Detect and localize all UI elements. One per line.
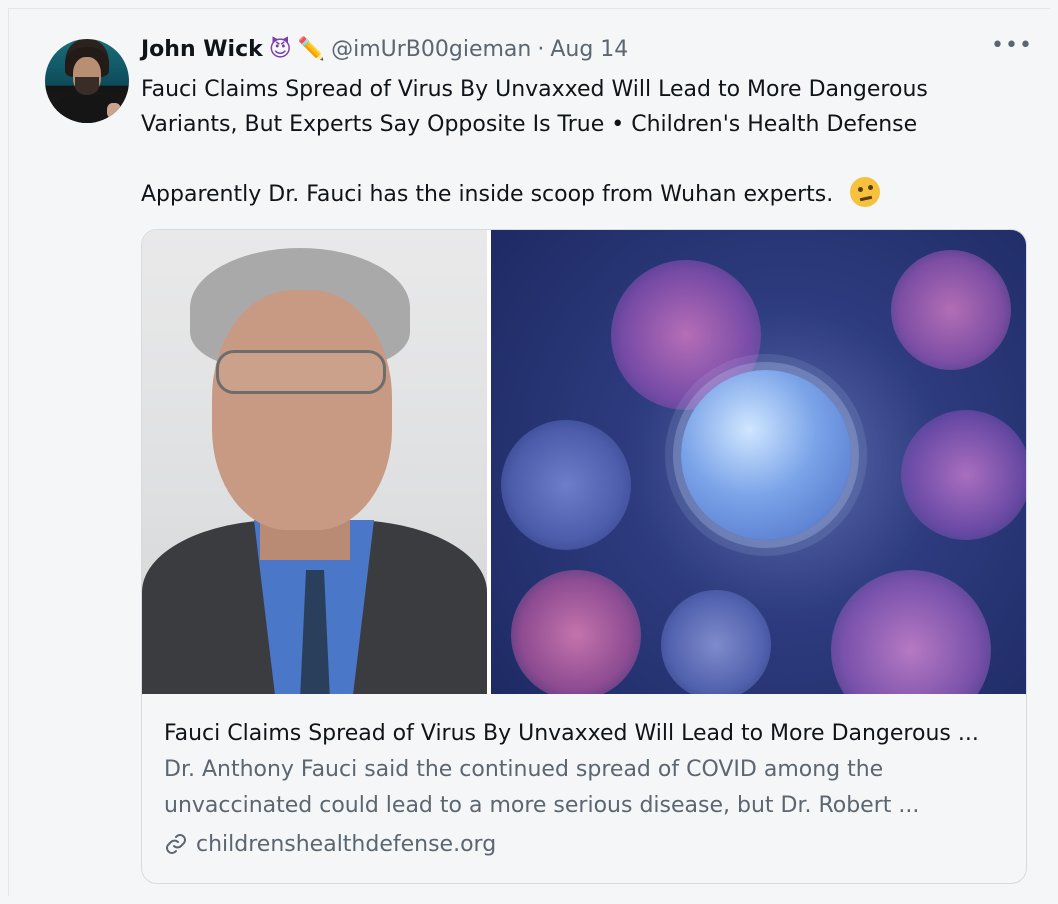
link-icon bbox=[166, 834, 186, 854]
avatar[interactable] bbox=[45, 39, 129, 123]
portrait-glasses bbox=[216, 350, 386, 394]
virus-particle bbox=[511, 570, 641, 694]
smiling-devil-emoji-icon: 😈 bbox=[268, 36, 292, 62]
tweet-date[interactable]: Aug 14 bbox=[550, 37, 628, 62]
virus-particle-main bbox=[681, 370, 851, 540]
author-name[interactable]: John Wick bbox=[141, 37, 263, 62]
pencil-emoji-icon: ✏️ bbox=[297, 36, 326, 62]
tweet-text: Fauci Claims Spread of Virus By Unvaxxed… bbox=[141, 72, 1001, 212]
face-with-raised-eyebrow-icon bbox=[850, 177, 881, 207]
card-image[interactable] bbox=[142, 230, 1026, 694]
card-domain-text[interactable]: childrenshealthdefense.org bbox=[196, 832, 496, 857]
portrait-image bbox=[142, 230, 487, 694]
tweet-header: John Wick 😈 ✏️ @imUrB00gieman · Aug 14 bbox=[141, 34, 628, 64]
more-options-icon[interactable]: ••• bbox=[991, 30, 1032, 60]
card-body[interactable]: Fauci Claims Spread of Virus By Unvaxxed… bbox=[164, 716, 1014, 862]
link-preview-card[interactable]: Fauci Claims Spread of Virus By Unvaxxed… bbox=[141, 229, 1027, 884]
card-description-line: Dr. Anthony Fauci said the continued spr… bbox=[164, 757, 884, 782]
portrait-face bbox=[212, 290, 392, 530]
card-domain[interactable]: childrenshealthdefense.org bbox=[164, 826, 1014, 862]
tweet-text-sentence: Apparently Dr. Fauci has the inside scoo… bbox=[141, 182, 834, 207]
virus-image bbox=[491, 230, 1026, 694]
virus-particle bbox=[891, 250, 1011, 370]
avatar-hand bbox=[107, 103, 121, 119]
avatar-beard bbox=[75, 77, 99, 95]
tweet-text-line: Fauci Claims Spread of Virus By Unvaxxed… bbox=[141, 77, 928, 102]
tweet-text-line: Apparently Dr. Fauci has the inside scoo… bbox=[141, 177, 1001, 212]
virus-particle bbox=[901, 410, 1026, 540]
virus-particle bbox=[831, 570, 991, 694]
author-handle[interactable]: @imUrB00gieman bbox=[331, 37, 531, 62]
header-separator: · bbox=[537, 36, 545, 62]
virus-particle bbox=[661, 590, 771, 694]
card-title[interactable]: Fauci Claims Spread of Virus By Unvaxxed… bbox=[164, 716, 1014, 752]
tweet-text-line: Variants, But Experts Say Opposite Is Tr… bbox=[141, 112, 918, 137]
virus-particle bbox=[501, 420, 631, 550]
card-description-line: unvaccinated could lead to a more seriou… bbox=[164, 793, 920, 818]
